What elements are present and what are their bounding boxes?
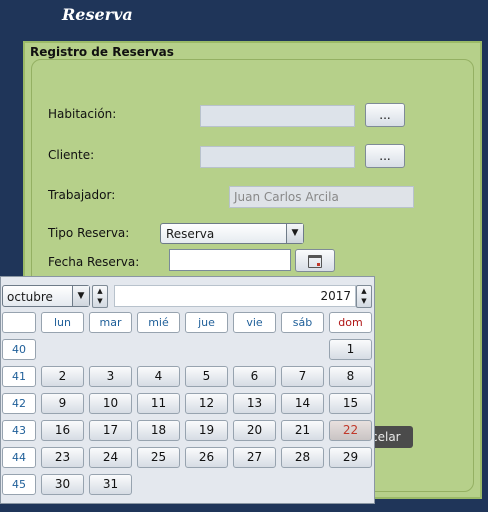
spin-down-icon[interactable]: ▼ [357, 296, 371, 306]
weekday-header: lun [41, 312, 84, 333]
spin-down-icon[interactable]: ▼ [93, 296, 107, 306]
calendar-day[interactable]: 2 [41, 366, 84, 387]
spin-up-icon[interactable]: ▲ [93, 286, 107, 296]
calendar-day[interactable]: 19 [185, 420, 228, 441]
habitacion-field[interactable] [200, 105, 355, 127]
calendar-day[interactable]: 31 [89, 474, 132, 495]
calendar-day[interactable]: 23 [41, 447, 84, 468]
calendar-day[interactable]: 30 [41, 474, 84, 495]
cliente-label: Cliente: [48, 148, 95, 162]
year-field[interactable]: 2017 [114, 285, 356, 307]
calendar-day[interactable]: 24 [89, 447, 132, 468]
year-spinner[interactable]: ▲ ▼ [356, 285, 372, 308]
calendar-day[interactable]: 14 [281, 393, 324, 414]
spin-up-icon[interactable]: ▲ [357, 286, 371, 296]
month-spinner[interactable]: ▲ ▼ [92, 285, 108, 308]
calendar-day[interactable]: 27 [233, 447, 276, 468]
calendar-day[interactable]: 20 [233, 420, 276, 441]
cliente-browse-button[interactable]: ... [365, 144, 405, 168]
calendar-day[interactable]: 11 [137, 393, 180, 414]
week-number: 45 [2, 474, 36, 495]
trabajador-label: Trabajador: [48, 188, 116, 202]
cliente-field[interactable] [200, 146, 355, 168]
calendar-day[interactable]: 26 [185, 447, 228, 468]
tipo-reserva-select[interactable]: Reserva ▼ [160, 223, 304, 244]
weekday-header: vie [233, 312, 276, 333]
calendar-day[interactable]: 17 [89, 420, 132, 441]
trabajador-field: Juan Carlos Arcila [229, 186, 414, 208]
calendar-day[interactable]: 5 [185, 366, 228, 387]
calendar-day[interactable]: 13 [233, 393, 276, 414]
weekday-header: mar [89, 312, 132, 333]
week-number: 42 [2, 393, 36, 414]
calendar-day[interactable]: 29 [329, 447, 372, 468]
habitacion-browse-button[interactable]: ... [365, 103, 405, 127]
month-value: octubre [7, 290, 53, 304]
habitacion-label: Habitación: [48, 107, 117, 121]
calendar-button[interactable] [295, 249, 335, 272]
calendar-day[interactable]: 7 [281, 366, 324, 387]
chevron-down-icon[interactable]: ▼ [72, 286, 89, 306]
weekday-header: dom [329, 312, 372, 333]
month-select[interactable]: octubre ▼ [2, 285, 90, 307]
calendar-day[interactable]: 8 [329, 366, 372, 387]
calendar-day[interactable]: 12 [185, 393, 228, 414]
calendar-day[interactable]: 10 [89, 393, 132, 414]
week-number: 44 [2, 447, 36, 468]
calendar-day[interactable]: 9 [41, 393, 84, 414]
calendar-day[interactable]: 1 [329, 339, 372, 360]
tipo-reserva-label: Tipo Reserva: [48, 226, 130, 240]
calendar-day[interactable]: 28 [281, 447, 324, 468]
calendar-day[interactable]: 3 [89, 366, 132, 387]
week-number: 43 [2, 420, 36, 441]
chevron-down-icon[interactable]: ▼ [286, 224, 303, 243]
calendar-day[interactable]: 6 [233, 366, 276, 387]
fecha-reserva-label: Fecha Reserva: [48, 255, 140, 269]
week-number: 40 [2, 339, 36, 360]
weekday-header: jue [185, 312, 228, 333]
calendar-day-today[interactable]: 22 [329, 420, 372, 441]
week-number: 41 [2, 366, 36, 387]
calendar-day[interactable]: 25 [137, 447, 180, 468]
calendar-icon [308, 255, 322, 268]
calendar-day[interactable]: 16 [41, 420, 84, 441]
section-title: Registro de Reservas [30, 45, 174, 59]
window-title: Reserva [62, 5, 133, 24]
calendar-day[interactable]: 15 [329, 393, 372, 414]
weekday-header: mié [137, 312, 180, 333]
calendar-day[interactable]: 18 [137, 420, 180, 441]
date-picker-popup: octubre ▼ ▲ ▼ 2017 ▲ ▼ lun mar mié jue vie sá… [0, 276, 375, 504]
calendar-day[interactable]: 4 [137, 366, 180, 387]
tipo-reserva-value: Reserva [166, 227, 215, 241]
fecha-reserva-field[interactable] [169, 249, 291, 271]
weekday-header: sáb [281, 312, 324, 333]
week-number-header [2, 312, 36, 333]
calendar-day[interactable]: 21 [281, 420, 324, 441]
